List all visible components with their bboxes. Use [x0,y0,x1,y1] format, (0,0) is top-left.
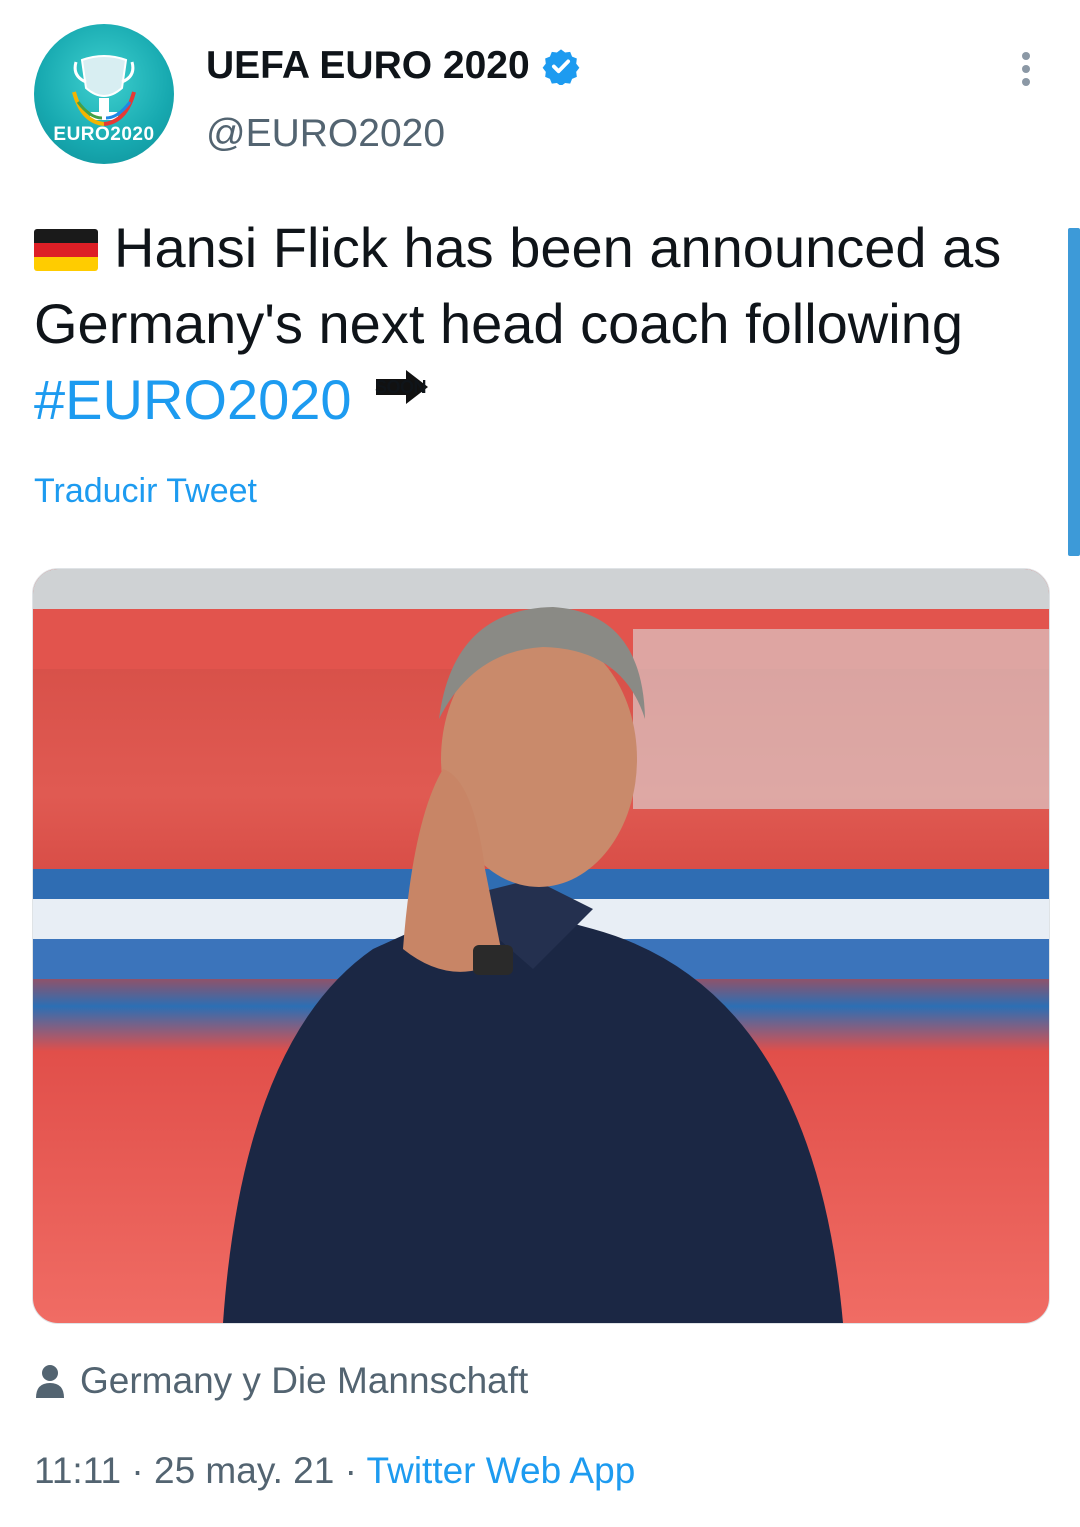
scrollbar-thumb[interactable] [1068,228,1080,556]
tweet-text: Hansi Flick has been announced as German… [34,210,1034,438]
tweet-time[interactable]: 11:11 [34,1450,121,1491]
soon-arrow-icon: SOON [368,367,434,425]
tweet-text-body: Hansi Flick has been announced as German… [34,216,1002,355]
author-avatar[interactable]: EURO2020 [34,24,174,164]
trophy-icon [72,55,136,126]
tweet-media-photo[interactable] [32,568,1050,1324]
tagged-people[interactable]: Germany y Die Mannschaft [34,1360,528,1402]
tagged-people-text[interactable]: Germany y Die Mannschaft [80,1360,528,1402]
tweet-metadata: 11:11 · 25 may. 21 · Twitter Web App [34,1450,635,1492]
germany-flag-icon [34,229,98,271]
translate-tweet-link[interactable]: Traducir Tweet [34,472,257,511]
meta-separator: · [131,1450,144,1491]
verified-badge-icon [542,49,580,85]
more-options-icon[interactable] [1014,48,1038,88]
author-handle[interactable]: @EURO2020 [206,108,445,160]
author-display-name[interactable]: UEFA EURO 2020 [206,40,530,92]
tweet-date[interactable]: 25 may. 21 [154,1450,334,1491]
coach-photo [33,569,1049,1323]
hashtag-link[interactable]: #EURO2020 [34,368,352,431]
soon-label: SOON [375,377,427,397]
meta-separator: · [344,1450,357,1491]
tweet-source-link[interactable]: Twitter Web App [367,1450,636,1491]
person-icon [36,1365,64,1398]
avatar-brand-text: EURO2020 [53,124,155,145]
author-name-row[interactable]: UEFA EURO 2020 [206,40,580,92]
